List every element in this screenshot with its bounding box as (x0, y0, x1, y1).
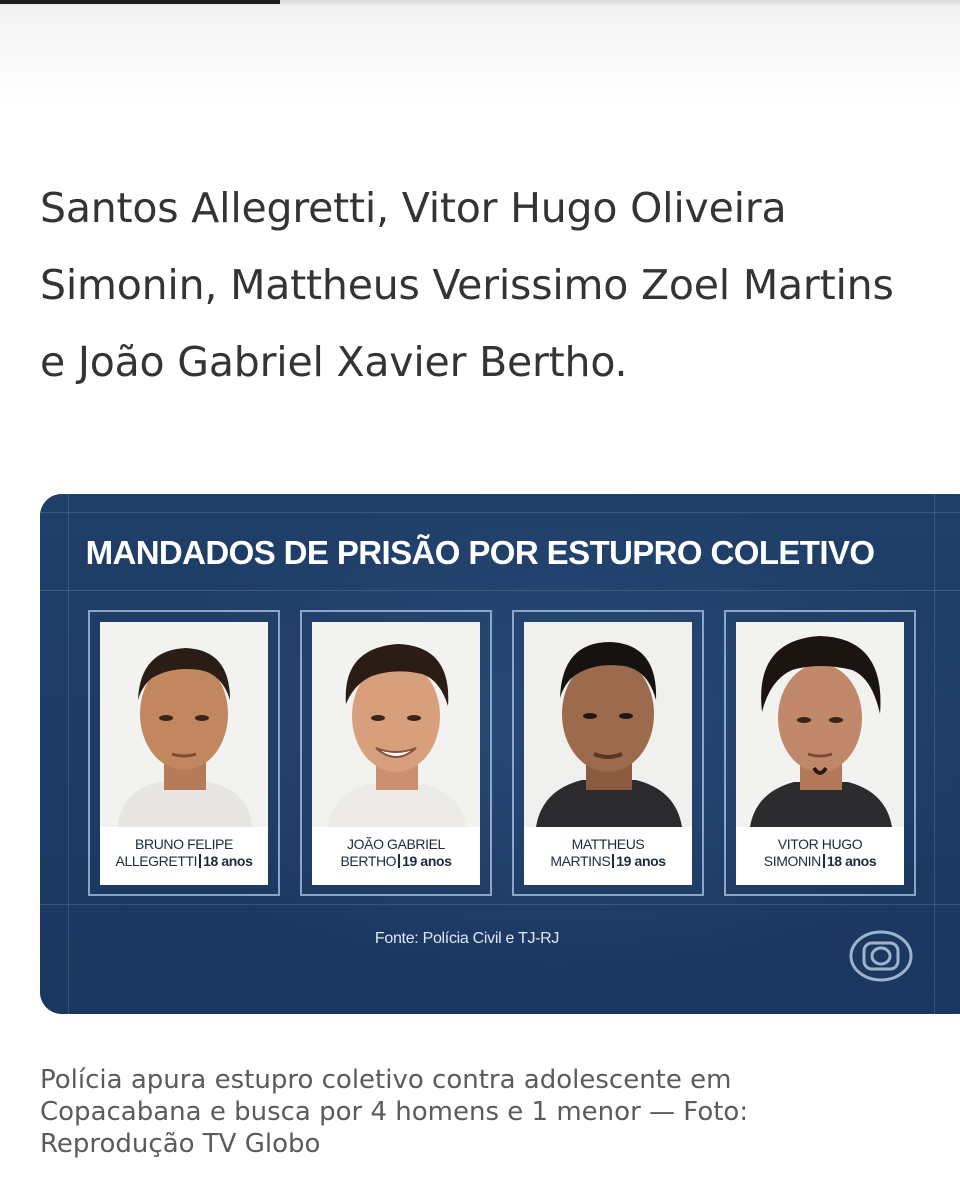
graphic-grid-line (934, 494, 935, 1014)
suspect-label: JOÃO GABRIEL BERTHO 19 anos (312, 827, 480, 885)
article-text: Santos Allegretti, Vitor Hugo Oliveira S… (40, 170, 955, 401)
label-divider (822, 854, 825, 868)
suspect-name: BRUNO FELIPE (135, 836, 233, 852)
graphic-title: MANDADOS DE PRISÃO POR ESTUPRO COLETIVO (85, 534, 875, 571)
caption-line: Copacabana e busca por 4 homens e 1 meno… (40, 1097, 749, 1127)
suspect-label: BRUNO FELIPE ALLEGRETTI 18 anos (100, 827, 268, 885)
graphic-source: Fonte: Polícia Civil e TJ-RJ (374, 930, 560, 947)
suspect-card: VITOR HUGO SIMONIN 18 anos (724, 610, 916, 896)
suspect-label: VITOR HUGO SIMONIN 18 anos (736, 827, 904, 885)
suspect-card: JOÃO GABRIEL BERTHO 19 anos (300, 610, 492, 896)
suspect-age: 19 anos (402, 853, 452, 869)
suspect-photo (100, 622, 268, 827)
article-text-line: Simonin, Mattheus Verissimo Zoel Martins (40, 261, 894, 309)
label-divider (612, 854, 615, 868)
suspect-name: VITOR HUGO (777, 836, 863, 852)
suspect-photo (524, 622, 692, 827)
suspect-age: 18 anos (203, 853, 253, 869)
top-edge-bar (0, 0, 280, 4)
tv-globo-logo-icon (848, 929, 914, 983)
suspect-surname: MARTINS (550, 853, 611, 869)
suspect-surname: SIMONIN (763, 853, 821, 869)
suspect-card: MATTHEUS MARTINS 19 anos (512, 610, 704, 896)
suspect-label: MATTHEUS MARTINS 19 anos (524, 827, 692, 885)
caption-line: Polícia apura estupro coletivo contra ad… (40, 1065, 732, 1095)
article-text-line: Santos Allegretti, Vitor Hugo Oliveira (40, 184, 787, 232)
label-divider (398, 854, 401, 868)
suspect-card: BRUNO FELIPE ALLEGRETTI 18 anos (88, 610, 280, 896)
suspect-surname: ALLEGRETTI (115, 853, 198, 869)
suspect-name: MATTHEUS (571, 836, 645, 852)
suspect-name: JOÃO GABRIEL (347, 836, 445, 852)
graphic-grid-line (40, 512, 960, 513)
suspect-photo (736, 622, 904, 827)
suspect-age: 19 anos (616, 853, 666, 869)
news-graphic: MANDADOS DE PRISÃO POR ESTUPRO COLETIVO … (40, 494, 960, 1014)
label-divider (199, 854, 202, 868)
image-caption: Polícia apura estupro coletivo contra ad… (40, 1064, 940, 1160)
suspect-surname: BERTHO (340, 853, 397, 869)
article-text-line: e João Gabriel Xavier Bertho. (40, 338, 628, 386)
suspect-age: 18 anos (826, 853, 877, 869)
suspect-photo (312, 622, 480, 827)
graphic-grid-line (40, 904, 960, 905)
caption-line: Reprodução TV Globo (40, 1129, 321, 1159)
suspect-cards: BRUNO FELIPE ALLEGRETTI 18 anos JOÃO GAB… (88, 610, 918, 900)
graphic-grid-line (40, 590, 960, 591)
